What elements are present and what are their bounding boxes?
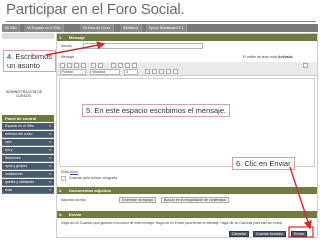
submit-section-header: 3. Enviar [57,211,317,218]
sidebar-item[interactable]: ruda» [2,187,54,194]
align-left-icon[interactable] [111,63,116,68]
numbered-list-icon[interactable] [152,69,157,74]
align-right-icon[interactable] [125,63,130,68]
subject-label: Asunto [61,44,72,48]
browse-repository-button[interactable]: Buscar en la recopilación de contenidos [161,197,229,203]
list-icon[interactable] [145,69,150,74]
bold-icon[interactable] [60,63,65,68]
message-label: Mensaje [61,55,75,59]
subscript-icon[interactable] [98,63,103,68]
cancel-button[interactable]: Cancelar [229,231,250,237]
tab-biblioteca[interactable]: Biblioteca [120,24,143,32]
underline-icon[interactable] [74,63,79,68]
superscript-icon[interactable] [91,63,96,68]
tab-mi-area-curso[interactable]: Mi Área de Curso [80,24,115,32]
attach-file-label: Adjuntar archivo [61,198,87,202]
sidebar-admin-label: ADMINISTRACIÓN DE CURSOS [6,90,43,98]
sidebar-item[interactable]: ción» [2,139,54,146]
italic-icon[interactable] [67,63,72,68]
message-editor[interactable] [59,78,315,167]
indent-icon[interactable] [159,69,164,74]
sidebar-item[interactable]: upos y grupos» [2,163,54,170]
sidebar-item[interactable]: ficaciones» [2,155,54,162]
editor-toolbar: Formal Verdana 3 [57,62,317,76]
highlight-icon[interactable] [173,69,178,74]
forum-post-form: 1. Mensaje Asunto Mensaje El editor de t… [56,33,318,238]
sidebar-top-bar [2,33,54,39]
message-section-header: 1. Mensaje [57,34,317,41]
spellcheck-checkbox[interactable] [61,176,66,181]
callout-step-4: 4. Escribimos un asunto [3,50,57,72]
spellcheck-label: Guardar para revisar ortografía [69,176,118,180]
align-center-icon[interactable] [118,63,123,68]
size-select[interactable]: 3 [124,69,138,75]
spellcheck-icon[interactable] [303,63,308,68]
font-select[interactable]: Verdana [90,69,120,75]
slide-title: Participar en el Foro Social. [6,1,185,18]
subject-input[interactable] [83,43,203,49]
justify-icon[interactable] [132,63,137,68]
sidebar-item[interactable]: onalización» [2,171,54,178]
text-color-icon[interactable] [166,69,171,74]
sidebar-item[interactable]: quetes y utilidades» [2,179,54,186]
editor-path: Ruta: body [61,170,78,174]
attachments-section-header: 2. Documentos adjuntos [57,187,317,194]
submit-instructions: Haga clic en Guardar para guardar el bor… [61,221,283,225]
editor-toggle[interactable]: Activado [278,55,293,59]
browse-computer-button[interactable]: Examinar mi equipo [119,197,156,203]
tab-mi-espacio[interactable]: Mi Espacio en el Sitio [24,24,65,32]
control-panel-header[interactable]: Panel de control [2,115,54,122]
sidebar-item[interactable]: Espacio en el Sitio» [2,123,54,130]
sidebar-item[interactable]: ión y» [2,147,54,154]
callout-step-6: 6. Clic en Enviar [232,157,295,170]
title-rule [6,21,316,22]
strike-icon[interactable] [81,63,86,68]
tab-mi-sitio[interactable]: Mi Sitio [2,24,21,32]
sidebar-item[interactable]: mientos del curso» [2,131,54,138]
format-select[interactable]: Formal [60,69,86,75]
top-navbar: Mi Sitio Mi Espacio en el Sitio Mi Área … [2,24,318,32]
save-draft-button[interactable]: Guardar borrador [253,231,287,237]
callout-step-5: 5. En este espacio escribimos el mensaje… [82,104,231,117]
submit-button[interactable]: Enviar [291,231,307,237]
editor-status-label: El editor de texto está Activado [243,55,293,59]
tab-apoyo-blackboard[interactable]: Apoyo Blackboard 9.1 [146,24,188,32]
